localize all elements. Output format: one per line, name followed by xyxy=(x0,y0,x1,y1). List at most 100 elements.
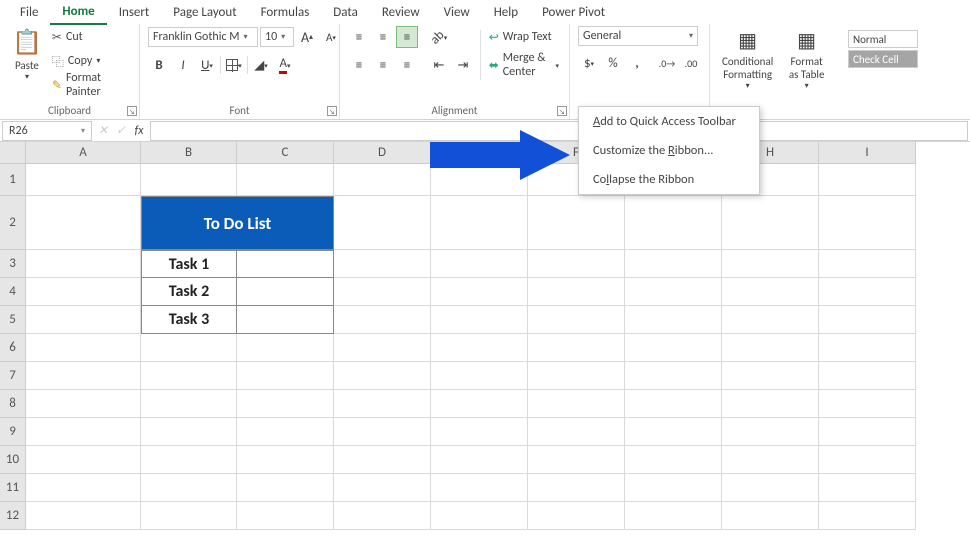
col-header[interactable]: C xyxy=(237,142,334,164)
merge-center-button[interactable]: ⬌Merge & Center▾ xyxy=(487,54,561,76)
cell[interactable] xyxy=(26,362,141,390)
fill-color-button[interactable]: ◢▾ xyxy=(250,54,272,76)
cell[interactable] xyxy=(334,390,431,418)
row-header[interactable]: 12 xyxy=(0,502,26,530)
tab-insert[interactable]: Insert xyxy=(107,1,162,24)
decrease-decimal-button[interactable]: .00 xyxy=(680,52,702,74)
borders-button[interactable]: ▾ xyxy=(223,54,245,76)
cell[interactable] xyxy=(528,474,625,502)
cell[interactable] xyxy=(334,250,431,278)
cell[interactable] xyxy=(237,390,334,418)
cell[interactable] xyxy=(334,334,431,362)
row-header[interactable]: 4 xyxy=(0,278,26,306)
todo-item-check[interactable] xyxy=(237,306,334,334)
cell[interactable] xyxy=(141,418,237,446)
orientation-button[interactable]: ab▾ xyxy=(428,26,450,48)
cell[interactable] xyxy=(819,196,916,250)
format-painter-button[interactable]: ✎Format Painter xyxy=(50,74,131,96)
cell[interactable] xyxy=(431,446,528,474)
cell[interactable] xyxy=(722,502,819,530)
row-header[interactable]: 8 xyxy=(0,390,26,418)
cell[interactable] xyxy=(431,502,528,530)
cell[interactable] xyxy=(237,446,334,474)
cell[interactable] xyxy=(26,306,141,334)
comma-format-button[interactable]: , xyxy=(626,52,648,74)
cell[interactable] xyxy=(141,164,237,196)
paste-button[interactable]: 📋 Paste ▾ xyxy=(8,26,46,84)
todo-item-check[interactable] xyxy=(237,278,334,306)
tab-power-pivot[interactable]: Power Pivot xyxy=(530,1,617,24)
cells-area[interactable]: To Do List Task 1 Task 2 Task 3 xyxy=(26,164,916,530)
copy-button[interactable]: ⿻Copy▾ xyxy=(50,50,131,72)
cell[interactable] xyxy=(237,362,334,390)
cell[interactable] xyxy=(625,418,722,446)
cell[interactable] xyxy=(819,164,916,196)
font-dialog-launcher[interactable]: ↘ xyxy=(327,106,337,116)
cell[interactable] xyxy=(431,306,528,334)
cell[interactable] xyxy=(528,306,625,334)
cell[interactable] xyxy=(625,196,722,250)
todo-item[interactable]: Task 2 xyxy=(141,278,237,306)
cell[interactable] xyxy=(26,446,141,474)
tab-formulas[interactable]: Formulas xyxy=(249,1,322,24)
align-middle-button[interactable]: ≡ xyxy=(372,26,394,48)
conditional-formatting-button[interactable]: ▦ Conditional Formatting▾ xyxy=(718,26,777,93)
fx-icon[interactable]: fx xyxy=(130,124,148,138)
cell[interactable] xyxy=(26,474,141,502)
increase-indent-button[interactable]: ⇥ xyxy=(452,54,474,76)
cell[interactable] xyxy=(819,390,916,418)
row-header[interactable]: 2 xyxy=(0,196,26,250)
tab-file[interactable]: File xyxy=(8,1,50,24)
cell[interactable] xyxy=(625,474,722,502)
cell[interactable] xyxy=(528,502,625,530)
cell[interactable] xyxy=(26,164,141,196)
cell[interactable] xyxy=(819,250,916,278)
cell[interactable] xyxy=(431,418,528,446)
cell[interactable] xyxy=(26,196,141,250)
cell[interactable] xyxy=(625,390,722,418)
row-header[interactable]: 10 xyxy=(0,446,26,474)
cell[interactable] xyxy=(26,502,141,530)
cell[interactable] xyxy=(141,334,237,362)
cell[interactable] xyxy=(528,278,625,306)
decrease-indent-button[interactable]: ⇤ xyxy=(428,54,450,76)
tab-help[interactable]: Help xyxy=(482,1,530,24)
cell[interactable] xyxy=(237,502,334,530)
name-box[interactable]: R26▾ xyxy=(2,121,92,141)
cell[interactable] xyxy=(334,474,431,502)
cell[interactable] xyxy=(431,474,528,502)
cell[interactable] xyxy=(722,446,819,474)
cell[interactable] xyxy=(819,362,916,390)
cell[interactable] xyxy=(26,250,141,278)
number-format-select[interactable]: General▾ xyxy=(578,26,698,46)
cell[interactable] xyxy=(334,306,431,334)
todo-item[interactable]: Task 3 xyxy=(141,306,237,334)
cell[interactable] xyxy=(625,250,722,278)
row-header[interactable]: 11 xyxy=(0,474,26,502)
align-right-button[interactable]: ≡ xyxy=(396,54,418,76)
cell[interactable] xyxy=(528,418,625,446)
cell[interactable] xyxy=(722,474,819,502)
cell[interactable] xyxy=(237,334,334,362)
cell[interactable] xyxy=(819,418,916,446)
cell[interactable] xyxy=(722,250,819,278)
cell[interactable] xyxy=(431,390,528,418)
cell[interactable] xyxy=(819,446,916,474)
cell[interactable] xyxy=(819,278,916,306)
cell[interactable] xyxy=(141,390,237,418)
cell[interactable] xyxy=(722,278,819,306)
underline-button[interactable]: U▾ xyxy=(196,54,218,76)
increase-font-button[interactable]: A▴ xyxy=(296,26,318,48)
cell[interactable] xyxy=(722,362,819,390)
font-color-button[interactable]: A▾ xyxy=(274,54,296,76)
cell[interactable] xyxy=(625,278,722,306)
cell[interactable] xyxy=(528,334,625,362)
cell[interactable] xyxy=(334,362,431,390)
style-check-cell[interactable]: Check Cell xyxy=(848,50,918,68)
align-center-button[interactable]: ≡ xyxy=(372,54,394,76)
cell[interactable] xyxy=(141,474,237,502)
enter-formula-icon[interactable]: ✓ xyxy=(112,123,130,138)
cell[interactable] xyxy=(334,418,431,446)
cell[interactable] xyxy=(819,474,916,502)
tab-data[interactable]: Data xyxy=(321,1,370,24)
